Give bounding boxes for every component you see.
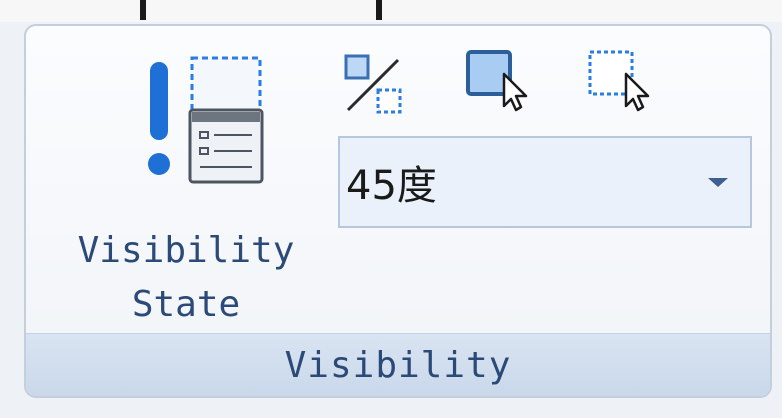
visibility-state-button[interactable]: Visibility State <box>46 50 326 325</box>
top-strip <box>0 0 782 22</box>
select-dashed-cursor-icon <box>588 50 650 112</box>
angle-combobox-value: 45度 <box>346 163 437 209</box>
percent-toggle-button[interactable] <box>342 52 406 116</box>
visibility-state-label: Visibility State <box>77 230 295 325</box>
visibility-state-icon <box>116 50 266 210</box>
group-footer: Visibility <box>26 333 770 396</box>
separator-mark-left <box>140 0 146 20</box>
group-title: Visibility <box>284 344 512 386</box>
angle-combobox[interactable]: 45度 <box>338 136 752 228</box>
percent-toggle-icon <box>344 54 402 114</box>
select-solid-cursor-icon <box>466 50 528 112</box>
select-dashed-button[interactable] <box>586 48 650 112</box>
separator-mark-right <box>376 0 382 20</box>
ribbon-group-visibility: Visibility State 45度 Visibility <box>24 24 772 398</box>
select-solid-button[interactable] <box>464 48 528 112</box>
chevron-down-icon[interactable] <box>708 177 728 187</box>
